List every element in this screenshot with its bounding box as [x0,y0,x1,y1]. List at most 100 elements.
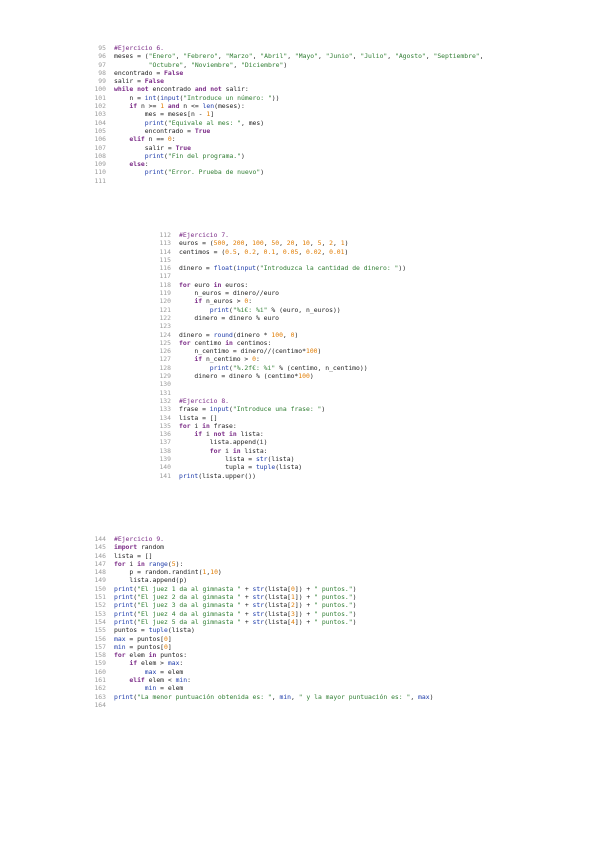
code-text: if n_euros > 0: [194,297,253,306]
line-number: 134 [159,413,171,422]
line-number: 164 [94,700,106,709]
code-text: n_centimo = dinero//(centimo*100) [179,347,322,356]
code-line: 114 centimos = (0.5, 0.2, 0.1, 0.05, 0.02… [145,248,545,256]
code-line: 100 while not encontrado and not salir: [80,85,560,93]
line-number: 98 [98,68,106,77]
line-number: 135 [159,421,171,430]
code-text: if elem > max: [129,659,184,668]
code-text: euros = (500, 200, 100, 50, 20, 10, 5, 2… [179,239,349,248]
code-line: 147 for i in range(5): [80,560,560,568]
line-number: 158 [94,651,106,660]
line-number: 102 [94,102,106,111]
line-number: 121 [159,305,171,314]
code-text: if n >= 1 and n <= len(meses): [129,102,245,111]
code-text: puntos = tuple(lista) [114,626,195,635]
code-block-ejercicio-7-8: 112 #Ejercicio 7. 113 euros = (500, 200, 10… [145,231,545,480]
code-line: 95 #Ejercicio 6. [80,44,560,52]
code-line: 99 salir = False [80,77,560,85]
line-number: 160 [94,667,106,676]
code-line: 158 for elem in puntos: [80,651,560,659]
line-number: 100 [94,85,106,94]
line-number: 95 [98,44,106,52]
code-line: 153 print("El juez 4 da al gimnasta " + s… [80,610,560,618]
line-number: 123 [159,322,171,331]
code-text: #Ejercicio 9. [114,535,165,543]
code-line: 155 puntos = tuple(lista) [80,626,560,634]
line-number: 125 [159,338,171,347]
line-number: 97 [98,60,106,69]
line-number: 122 [159,313,171,322]
line-number: 115 [159,255,171,264]
line-number: 157 [94,642,106,651]
code-line: 138 for i in lista: [145,447,545,455]
code-text: if i not in lista: [194,430,264,439]
line-number: 152 [94,601,106,610]
code-line: 159 if elem > max: [80,659,560,667]
code-line: 164 [80,701,560,709]
code-line: 160 max = elem [80,668,560,676]
code-text: dinero = round(dinero * 100, 0) [179,330,299,339]
code-text: lista = str(lista) [179,455,295,464]
line-number: 137 [159,438,171,447]
line-number: 136 [159,430,171,439]
code-line: 117 [145,272,545,280]
code-line: 120 if n_euros > 0: [145,297,545,305]
line-number: 147 [94,559,106,568]
code-line: 139 lista = str(lista) [145,455,545,463]
line-number: 141 [159,471,171,480]
code-block-ejercicio-6: 95 #Ejercicio 6. 96 meses = ("Enero", "Febr… [80,44,560,186]
code-text: n_euros = dinero//euro [179,289,280,298]
line-number: 105 [94,126,106,135]
code-text: print("El juez 4 da al gimnasta " + str(… [114,609,357,618]
code-line: 119 n_euros = dinero//euro [145,289,545,297]
line-number: 138 [159,446,171,455]
code-text: for i in frase: [179,421,237,430]
code-text: for i in lista: [209,446,268,455]
line-number: 140 [159,463,171,472]
line-number: 146 [94,551,106,560]
code-line: 163 print("La menor puntuación obtenida e… [80,693,560,701]
code-text: for centimo in centimos: [179,338,272,347]
code-text: print("%i€: %i" % (euro, n_euros)) [209,305,341,314]
line-number: 120 [159,297,171,306]
line-number: 110 [94,168,106,177]
code-line: 101 n = int(input("Introduce un número: … [80,94,560,102]
code-text: print("El juez 1 da al gimnasta " + str(… [114,584,357,593]
code-text: lista = [] [114,551,153,560]
code-text: salir = True [114,143,191,152]
code-line: 148 p = random.randint(1,10) [80,568,560,576]
code-line: 146 lista = [] [80,552,560,560]
code-line: 115 [145,256,545,264]
code-line: 141 print(lista.upper()) [145,472,545,480]
line-number: 144 [94,535,106,543]
line-number: 155 [94,626,106,635]
line-number: 139 [159,455,171,464]
line-number: 124 [159,330,171,339]
code-line: 107 salir = True [80,144,560,152]
code-text: p = random.randint(1,10) [114,568,222,577]
line-number: 150 [94,584,106,593]
code-text: dinero = dinero % euro [179,313,280,322]
code-text: lista = [] [179,413,218,422]
code-block-ejercicio-9: 144 #Ejercicio 9. 145 import random 146 lista… [80,535,560,710]
code-text: elif n == 0: [129,135,176,144]
code-line: 97 "Octubre", "Noviembre", "Diciembre") [80,61,560,69]
line-number: 96 [98,52,106,61]
line-number: 129 [159,372,171,381]
code-line: 132 #Ejercicio 8. [145,397,545,405]
line-number: 114 [159,247,171,256]
code-text: print("Error. Prueba de nuevo") [144,168,265,177]
code-line: 162 min = elem [80,684,560,692]
code-text: min = puntos[0] [114,642,172,651]
code-text: print("El juez 3 da al gimnasta " + str(… [114,601,357,610]
code-text: print("%.2f€: %i" % (centimo, n_centimo)… [209,363,368,372]
code-text: else: [129,160,149,169]
line-number: 118 [159,280,171,289]
code-text: salir = False [114,77,165,86]
code-line: 156 max = puntos[0] [80,635,560,643]
code-text: print("La menor puntuación obtenida es: … [114,692,434,701]
line-number: 162 [94,684,106,693]
code-text: elif elem < min: [129,676,191,685]
code-line: 105 encontrado = True [80,127,560,135]
code-line: 98 encontrado = False [80,69,560,77]
